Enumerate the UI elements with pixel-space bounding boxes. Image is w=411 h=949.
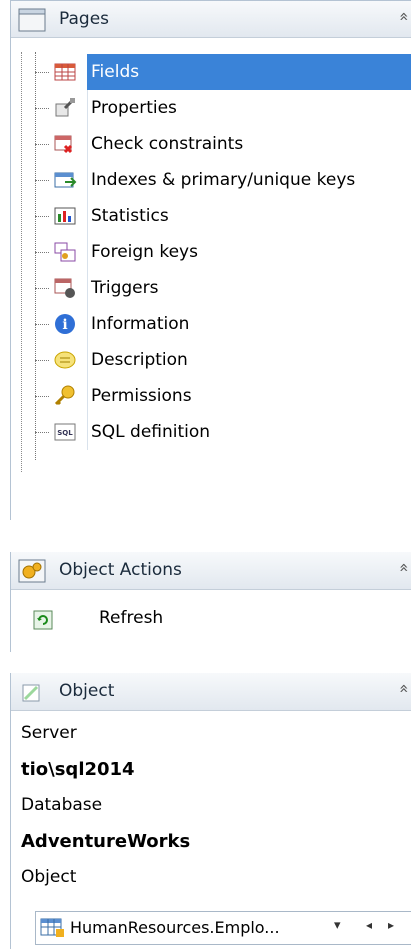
page-item-label: Check constraints — [91, 134, 244, 154]
server-value: tio\sql2014 — [21, 759, 135, 780]
gears-icon — [17, 556, 47, 586]
refresh-action[interactable]: Refresh — [11, 596, 411, 646]
svg-text:SQL: SQL — [57, 429, 73, 437]
page-item-statistics[interactable]: Statistics — [35, 198, 411, 234]
page-item-properties[interactable]: Properties — [35, 90, 411, 126]
pages-panel-header[interactable]: Pages » — [11, 0, 411, 38]
page-item-sql-definition[interactable]: SQL SQL definition — [35, 414, 411, 450]
triggers-icon — [53, 276, 77, 300]
server-label: Server — [21, 723, 77, 743]
page-item-label: Permissions — [91, 386, 192, 406]
pages-panel: Pages » Fields Properties Check constrai… — [10, 0, 411, 520]
information-icon: i — [53, 312, 77, 336]
page-item-triggers[interactable]: Triggers — [35, 270, 411, 306]
indexes-icon — [53, 168, 77, 192]
object-actions-panel: Object Actions » Refresh — [10, 552, 411, 652]
object-panel: Object » Server tio\sql2014 Database Adv… — [10, 673, 411, 949]
object-select-value: HumanResources.Emplo... — [70, 918, 280, 937]
check-constraints-icon — [53, 132, 77, 156]
page-item-label: Description — [91, 350, 188, 370]
object-actions-panel-title: Object Actions — [59, 560, 182, 580]
page-item-indexes[interactable]: Indexes & primary/unique keys — [35, 162, 411, 198]
table-icon — [40, 917, 66, 939]
page-item-information[interactable]: i Information — [35, 306, 411, 342]
permissions-icon — [53, 384, 77, 408]
refresh-label: Refresh — [99, 608, 164, 628]
collapse-icon[interactable]: » — [394, 684, 411, 694]
database-value: AdventureWorks — [21, 831, 191, 852]
page-item-label: Foreign keys — [91, 242, 198, 262]
chevron-down-icon[interactable]: ▾ — [334, 918, 341, 933]
object-panel-header[interactable]: Object » — [11, 673, 411, 711]
refresh-icon — [33, 610, 53, 630]
object-actions-panel-header[interactable]: Object Actions » — [11, 552, 411, 590]
object-panel-title: Object — [59, 681, 115, 701]
page-item-label: Indexes & primary/unique keys — [91, 170, 356, 190]
pages-icon — [17, 5, 47, 35]
properties-icon — [53, 96, 77, 120]
page-item-fields[interactable]: Fields — [35, 54, 411, 90]
page-item-permissions[interactable]: Permissions — [35, 378, 411, 414]
collapse-icon[interactable]: » — [394, 563, 411, 573]
database-label: Database — [21, 795, 103, 815]
fields-icon — [53, 60, 77, 84]
page-item-label: Statistics — [91, 206, 169, 226]
statistics-icon — [53, 204, 77, 228]
page-item-description[interactable]: Description — [35, 342, 411, 378]
previous-icon[interactable]: ◂ — [366, 918, 372, 932]
collapse-icon[interactable]: » — [394, 12, 411, 22]
page-item-label: SQL definition — [91, 422, 211, 442]
page-item-check-constraints[interactable]: Check constraints — [35, 126, 411, 162]
foreign-keys-icon — [53, 240, 77, 264]
page-item-label: Fields — [87, 54, 411, 90]
page-item-label: Information — [91, 314, 190, 334]
sql-definition-icon: SQL — [53, 420, 77, 444]
object-select[interactable]: HumanResources.Emplo... ▾ ◂ ▸ — [35, 911, 411, 945]
page-item-label: Triggers — [91, 278, 159, 298]
page-item-label: Properties — [91, 98, 177, 118]
pages-panel-title: Pages — [59, 9, 110, 29]
next-icon[interactable]: ▸ — [388, 918, 394, 932]
description-icon — [53, 348, 77, 372]
page-item-foreign-keys[interactable]: Foreign keys — [35, 234, 411, 270]
object-label: Object — [21, 867, 77, 887]
svg-text:i: i — [62, 317, 67, 333]
object-icon — [17, 677, 47, 707]
